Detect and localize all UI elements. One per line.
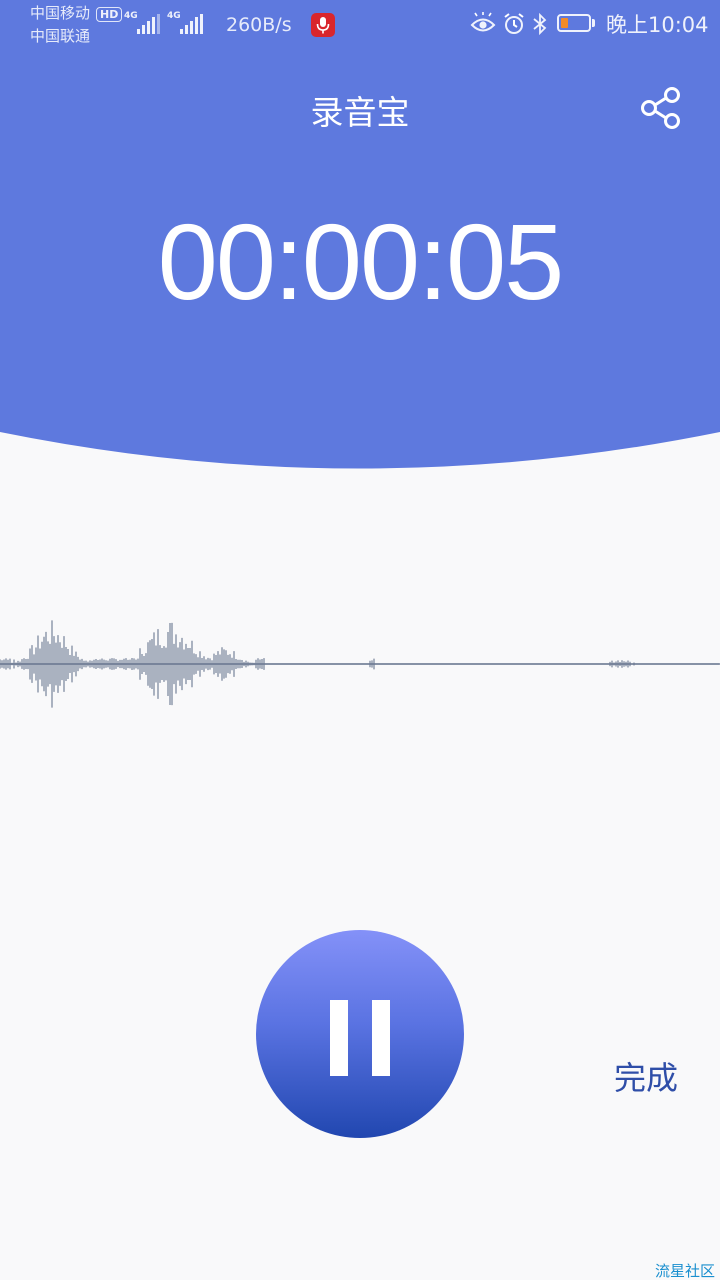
share-button[interactable]	[636, 83, 686, 133]
battery-level	[561, 18, 568, 28]
pause-bar-left	[330, 1000, 348, 1076]
battery-tip	[592, 19, 595, 27]
elapsed-timer: 00:00:05	[157, 201, 564, 322]
status-bar: 中国移动 中国联通 HD 4G 4G 260B/s 晚上10:04	[0, 0, 720, 50]
watermark: 流星社区	[655, 1262, 716, 1280]
carrier-name-primary: 中国移动	[30, 4, 91, 22]
signal-strength-secondary-icon	[180, 14, 203, 34]
status-time: 晚上10:04	[606, 13, 709, 37]
battery-icon	[557, 14, 591, 32]
share-icon	[641, 87, 680, 129]
app-title: 录音宝	[310, 93, 410, 132]
recorder-screen: 中国移动 中国联通 HD 4G 4G 260B/s 晚上10:04 录音宝 00…	[0, 0, 720, 1280]
pause-icon	[330, 1000, 390, 1076]
pause-button[interactable]	[256, 930, 464, 1138]
done-button[interactable]: 完成	[604, 1056, 688, 1100]
bluetooth-icon	[533, 12, 547, 36]
carrier-name-secondary: 中国联通	[30, 27, 91, 45]
hd-badge: HD	[96, 7, 123, 22]
microphone-icon	[311, 13, 335, 37]
pause-bar-right	[372, 1000, 390, 1076]
signal-strength-icon	[137, 14, 160, 34]
network-type-primary: 4G	[124, 11, 138, 21]
network-type-secondary: 4G	[167, 11, 181, 21]
eye-icon	[470, 12, 496, 32]
audio-waveform	[0, 620, 720, 708]
alarm-icon	[504, 13, 524, 34]
network-speed: 260B/s	[226, 14, 292, 36]
